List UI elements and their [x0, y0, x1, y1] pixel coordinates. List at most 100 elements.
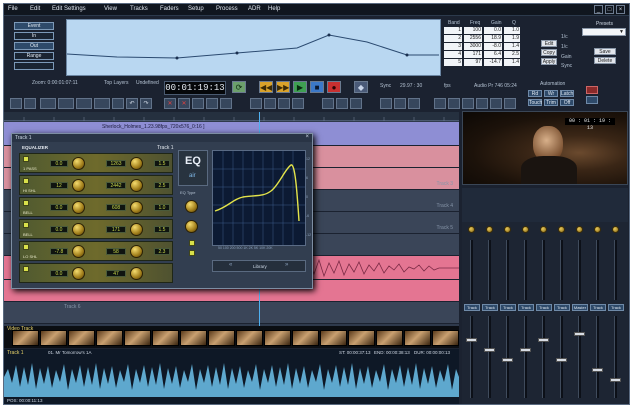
- gain-readout[interactable]: 12: [50, 182, 68, 189]
- fader-track[interactable]: [488, 240, 491, 300]
- fader-track[interactable]: [542, 240, 545, 300]
- channel-label[interactable]: Track: [590, 304, 606, 311]
- video-track[interactable]: Video Track: [4, 326, 459, 348]
- gain-knob[interactable]: [72, 245, 85, 258]
- presets-dropdown[interactable]: ▼: [582, 28, 626, 36]
- radio-label[interactable]: Gain: [561, 54, 572, 60]
- automation-trim[interactable]: Trim: [544, 99, 558, 106]
- freq-knob[interactable]: [130, 201, 143, 214]
- edit-button[interactable]: Edit: [541, 40, 557, 47]
- range-field[interactable]: Range: [14, 52, 54, 60]
- freq-cell[interactable]: 97: [464, 59, 482, 66]
- fader-cap[interactable]: [484, 348, 495, 352]
- pan-knob[interactable]: [486, 226, 493, 233]
- gain-cell[interactable]: 6.4: [484, 51, 502, 58]
- tool-button[interactable]: [206, 98, 218, 109]
- gain-readout[interactable]: 0.0: [50, 204, 68, 211]
- channel-label[interactable]: Track: [464, 304, 480, 311]
- tool-button[interactable]: [322, 98, 334, 109]
- fader-track[interactable]: [578, 240, 581, 300]
- bypass-toggle[interactable]: [189, 240, 195, 246]
- channel-label[interactable]: Track: [554, 304, 570, 311]
- freq-knob[interactable]: [130, 157, 143, 170]
- volume-fader[interactable]: [614, 316, 617, 398]
- output-knob[interactable]: [185, 220, 198, 233]
- tool-button[interactable]: [94, 98, 110, 109]
- minimize-button[interactable]: _: [594, 5, 603, 14]
- tool-button[interactable]: [112, 98, 124, 109]
- band-toggle[interactable]: [23, 156, 29, 162]
- eq-band-3[interactable]: BELL 0.0 608 1.0: [19, 197, 173, 217]
- fader-track[interactable]: [596, 240, 599, 300]
- pan-knob[interactable]: [468, 226, 475, 233]
- channel-label[interactable]: Track: [518, 304, 534, 311]
- freq-readout[interactable]: 608: [106, 204, 126, 211]
- tool-button[interactable]: [490, 98, 502, 109]
- eq-response-graph[interactable]: [212, 150, 306, 246]
- fader-cap[interactable]: [556, 358, 567, 362]
- copy-button[interactable]: Copy: [541, 49, 557, 56]
- band-toggle[interactable]: [23, 222, 29, 228]
- volume-fader[interactable]: [488, 316, 491, 398]
- tool-button[interactable]: [24, 98, 36, 109]
- tool-button[interactable]: [504, 98, 516, 109]
- menu-help[interactable]: Help: [268, 6, 280, 12]
- gain-readout[interactable]: -7.8: [50, 248, 68, 255]
- cut-button[interactable]: ✕: [178, 98, 190, 109]
- apply-button[interactable]: Apply: [541, 58, 557, 65]
- freq-readout[interactable]: 171: [106, 226, 126, 233]
- tool-button[interactable]: [76, 98, 92, 109]
- freq-cell[interactable]: 100: [464, 27, 482, 34]
- phase-toggle[interactable]: [189, 250, 195, 256]
- eq-band-2[interactable]: HI SHL 12 2442 2.5: [19, 175, 173, 195]
- menu-edit-settings[interactable]: Edit Settings: [52, 6, 86, 12]
- gain-readout[interactable]: 0.0: [50, 160, 68, 167]
- tool-button[interactable]: [408, 98, 420, 109]
- freq-cell[interactable]: 171: [464, 51, 482, 58]
- monitor-button[interactable]: [586, 96, 598, 104]
- q-readout[interactable]: 2.5: [154, 182, 170, 189]
- radio-label[interactable]: 1/c: [561, 44, 568, 50]
- tool-button[interactable]: [462, 98, 474, 109]
- volume-fader[interactable]: [596, 316, 599, 398]
- volume-fader[interactable]: [524, 316, 527, 398]
- freq-knob[interactable]: [130, 223, 143, 236]
- volume-fader[interactable]: [560, 316, 563, 398]
- redo-button[interactable]: ↷: [140, 98, 152, 109]
- record-arm-button[interactable]: [586, 86, 598, 94]
- library-bar[interactable]: « Library »: [212, 260, 306, 272]
- radio-label[interactable]: Sync: [561, 63, 572, 69]
- radio-label[interactable]: 1/c: [561, 34, 568, 40]
- pan-knob[interactable]: [522, 226, 529, 233]
- eq-band-5[interactable]: LO SHL -7.8 58 2.3: [19, 241, 173, 261]
- gain-cell[interactable]: -14.7: [484, 59, 502, 66]
- stop-button[interactable]: ■: [310, 81, 324, 93]
- freq-cell[interactable]: 2556: [464, 35, 482, 42]
- automation-touch[interactable]: Touch: [528, 99, 542, 106]
- gain-readout[interactable]: 0.0: [50, 270, 68, 277]
- automation-read[interactable]: Rd: [528, 90, 542, 97]
- fader-track[interactable]: [524, 240, 527, 300]
- band-cell[interactable]: 2: [444, 35, 462, 42]
- band-cell[interactable]: 4: [444, 51, 462, 58]
- gain-knob[interactable]: [72, 223, 85, 236]
- eq-band-6[interactable]: 0.0 47: [19, 263, 173, 283]
- fader-track[interactable]: [614, 240, 617, 300]
- eq-band-1[interactable]: 1 PASS 0.0 1263 1.5: [19, 153, 173, 173]
- freq-knob[interactable]: [130, 245, 143, 258]
- fader-cap[interactable]: [574, 332, 585, 336]
- freq-cell[interactable]: 3000: [464, 43, 482, 50]
- menu-file[interactable]: File: [8, 6, 18, 12]
- band-toggle[interactable]: [23, 178, 29, 184]
- chevron-left-icon[interactable]: «: [229, 262, 232, 268]
- q-cell[interactable]: 1.0: [504, 27, 520, 34]
- pan-knob[interactable]: [504, 226, 511, 233]
- undo-button[interactable]: ↶: [126, 98, 138, 109]
- record-button[interactable]: ●: [327, 81, 341, 93]
- track-row[interactable]: Track 6: [4, 302, 459, 324]
- volume-fader[interactable]: [578, 316, 581, 398]
- automation-curve[interactable]: [66, 19, 441, 76]
- channel-label[interactable]: Track: [536, 304, 552, 311]
- tool-button[interactable]: [434, 98, 446, 109]
- fader-cap[interactable]: [538, 338, 549, 342]
